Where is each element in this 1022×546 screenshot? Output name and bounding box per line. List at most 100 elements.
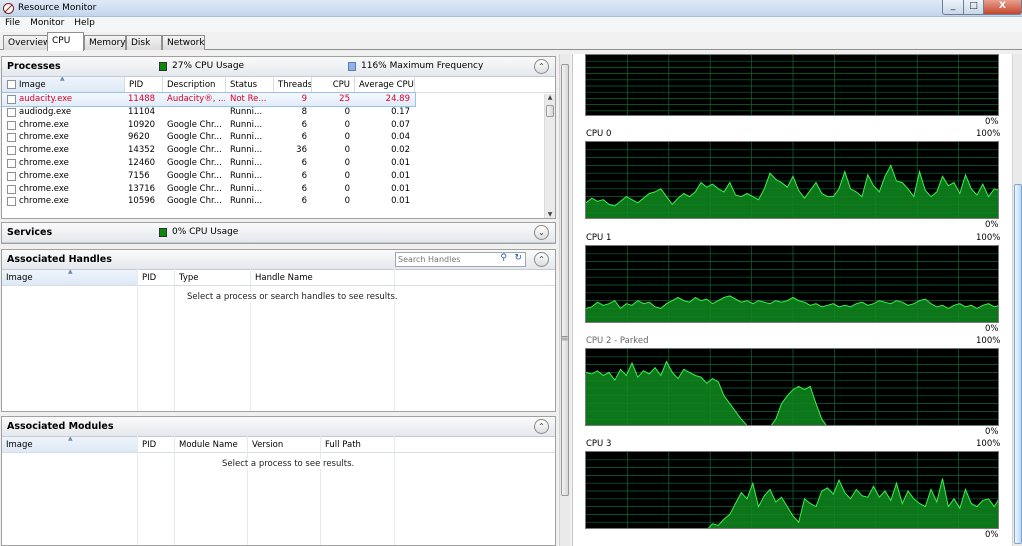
search-icon[interactable]: ⚲	[500, 253, 507, 263]
tab-cpu[interactable]: CPU	[47, 32, 84, 51]
process-cell-threads: 6	[301, 196, 307, 207]
process-checkbox[interactable]	[7, 184, 16, 194]
processes-header[interactable]: Processes 27% CPU Usage 116% Maximum Fre…	[2, 57, 555, 77]
grid-line	[174, 266, 175, 411]
tab-overview[interactable]: Overview	[3, 35, 50, 50]
cpu3-max-label: 100%	[976, 439, 1001, 449]
process-row[interactable]: chrome.exe 12460 Google Chr... Runni... 6 0 0.…	[2, 157, 555, 170]
process-checkbox[interactable]	[7, 158, 16, 168]
column-status[interactable]: Status	[226, 77, 274, 92]
process-checkbox[interactable]	[7, 133, 16, 143]
handles-header[interactable]: Associated Handles ⚲ ↻ ⌃	[2, 250, 555, 270]
handles-title: Associated Handles	[7, 254, 112, 265]
process-checkbox[interactable]	[7, 120, 16, 130]
process-cell-pid: 11104	[128, 106, 156, 117]
column-pid[interactable]: PID	[125, 77, 163, 92]
process-row[interactable]: chrome.exe 14352 Google Chr... Runni... 36 0 0…	[2, 144, 555, 157]
processes-cpu-usage: 27% CPU Usage	[159, 61, 244, 71]
process-checkbox[interactable]	[7, 146, 16, 156]
process-cell-status: Runni...	[230, 183, 263, 194]
processes-scroll-thumb[interactable]	[546, 105, 554, 117]
process-cell-cpu: 0	[344, 119, 350, 130]
expand-chevron-icon[interactable]: ⌄	[534, 225, 549, 240]
collapse-chevron-icon[interactable]: ⌃	[534, 419, 549, 434]
modules-title: Associated Modules	[7, 421, 114, 432]
process-cell-avg: 0.01	[391, 196, 410, 207]
modules-column-pid[interactable]: PID	[138, 437, 175, 452]
column-cpu[interactable]: CPU	[312, 77, 355, 92]
handles-column-type[interactable]: Type	[175, 270, 251, 285]
handles-column-handle-name[interactable]: Handle Name	[251, 270, 395, 285]
refresh-icon[interactable]: ↻	[514, 253, 522, 263]
handles-column-image[interactable]: ▲ Image	[2, 270, 138, 285]
graph-pane-scroll-thumb[interactable]	[1014, 184, 1022, 544]
column-description[interactable]: Description	[163, 77, 226, 92]
grid-line	[137, 433, 138, 545]
graph-pane: 0% CPU 0 100% 0% CPU 1 100% 0% CPU 2 - P…	[572, 54, 1012, 546]
scroll-up-icon[interactable]: ▲	[545, 94, 555, 101]
minimize-button[interactable]: _	[942, 0, 964, 15]
process-checkbox[interactable]	[7, 95, 16, 104]
cpu-usage-area	[586, 361, 827, 425]
column-threads[interactable]: Threads	[274, 77, 312, 92]
modules-column-full-path[interactable]: Full Path	[321, 437, 395, 452]
process-cell-cpu: 0	[344, 132, 350, 143]
tab-network[interactable]: Network	[162, 35, 205, 50]
menu-file[interactable]: File	[0, 17, 25, 32]
process-cell-pid: 9620	[128, 132, 150, 143]
process-row[interactable]: audacity.exe 11488 Audacity®, ... Not Re...…	[2, 92, 416, 107]
process-row[interactable]: chrome.exe 9620 Google Chr... Runni... 6 0 0.0…	[2, 131, 555, 144]
tab-bar: Overview CPU Memory Disk Network	[0, 32, 1022, 51]
window-title: Resource Monitor	[18, 3, 97, 13]
collapse-chevron-icon[interactable]: ⌃	[534, 59, 549, 74]
modules-header[interactable]: Associated Modules ⌃	[2, 417, 555, 437]
process-checkbox[interactable]	[7, 171, 16, 181]
processes-scrollbar[interactable]: ▲ ▼	[544, 94, 555, 218]
grid-line	[320, 433, 321, 545]
process-row[interactable]: chrome.exe 10920 Google Chr... Runni... 6 0 0.…	[2, 119, 555, 132]
process-row[interactable]: chrome.exe 10596 Google Chr... Runni... 6 0 0.…	[2, 195, 555, 208]
process-cell-image: audiodg.exe	[19, 106, 72, 117]
maximize-button[interactable]: □	[964, 0, 984, 15]
collapse-chevron-icon[interactable]: ⌃	[534, 252, 549, 267]
process-cell-image: audacity.exe	[19, 94, 73, 104]
splitter-grip-icon[interactable]: ≡	[561, 334, 569, 344]
process-checkbox[interactable]	[7, 107, 16, 117]
search-handles-input[interactable]	[398, 254, 498, 265]
process-row[interactable]: audiodg.exe 11104 Runni... 8 0 0.17	[2, 106, 555, 119]
process-cell-status: Runni...	[230, 170, 263, 181]
cpu3-label: CPU 3	[586, 439, 612, 449]
resource-monitor-icon	[3, 3, 14, 14]
tab-memory[interactable]: Memory	[84, 35, 126, 50]
grid-line	[137, 266, 138, 411]
services-header[interactable]: Services 0% CPU Usage ⌄	[2, 223, 555, 243]
left-pane-scroll-thumb[interactable]	[561, 64, 569, 496]
cpu1-min-label: 0%	[985, 324, 999, 334]
process-cell-status: Runni...	[230, 157, 263, 168]
process-row[interactable]: chrome.exe 7156 Google Chr... Runni... 6 0 0.0…	[2, 170, 555, 183]
column-average-cpu[interactable]: Average CPU	[355, 77, 415, 92]
modules-column-image[interactable]: ▲ Image	[2, 437, 138, 452]
process-cell-cpu: 0	[344, 196, 350, 207]
cpu-usage-area	[708, 478, 998, 528]
cpu0-graph	[585, 141, 999, 219]
process-cell-image: chrome.exe	[19, 119, 69, 130]
process-cell-status: Runni...	[230, 119, 263, 130]
menu-help[interactable]: Help	[69, 17, 100, 32]
tab-disk[interactable]: Disk	[126, 35, 162, 50]
modules-column-module-name[interactable]: Module Name	[175, 437, 248, 452]
processes-section: Processes 27% CPU Usage 116% Maximum Fre…	[1, 56, 556, 219]
process-checkbox[interactable]	[7, 197, 16, 207]
column-image[interactable]: ▲ Image	[2, 77, 125, 92]
left-pane-scrollbar[interactable]	[559, 54, 570, 546]
scroll-down-icon[interactable]: ▼	[545, 211, 555, 218]
process-cell-status: Not Re...	[230, 94, 267, 104]
process-row[interactable]: chrome.exe 13716 Google Chr... Runni... 6 0 0.…	[2, 183, 555, 196]
modules-column-version[interactable]: Version	[248, 437, 321, 452]
close-button[interactable]: X	[984, 0, 1022, 15]
menu-monitor[interactable]: Monitor	[25, 17, 69, 32]
pane-splitter[interactable]: ≡	[558, 54, 572, 546]
select-all-checkbox[interactable]	[7, 80, 16, 89]
handles-column-pid[interactable]: PID	[138, 270, 175, 285]
graph-pane-scrollbar[interactable]	[1012, 54, 1022, 546]
